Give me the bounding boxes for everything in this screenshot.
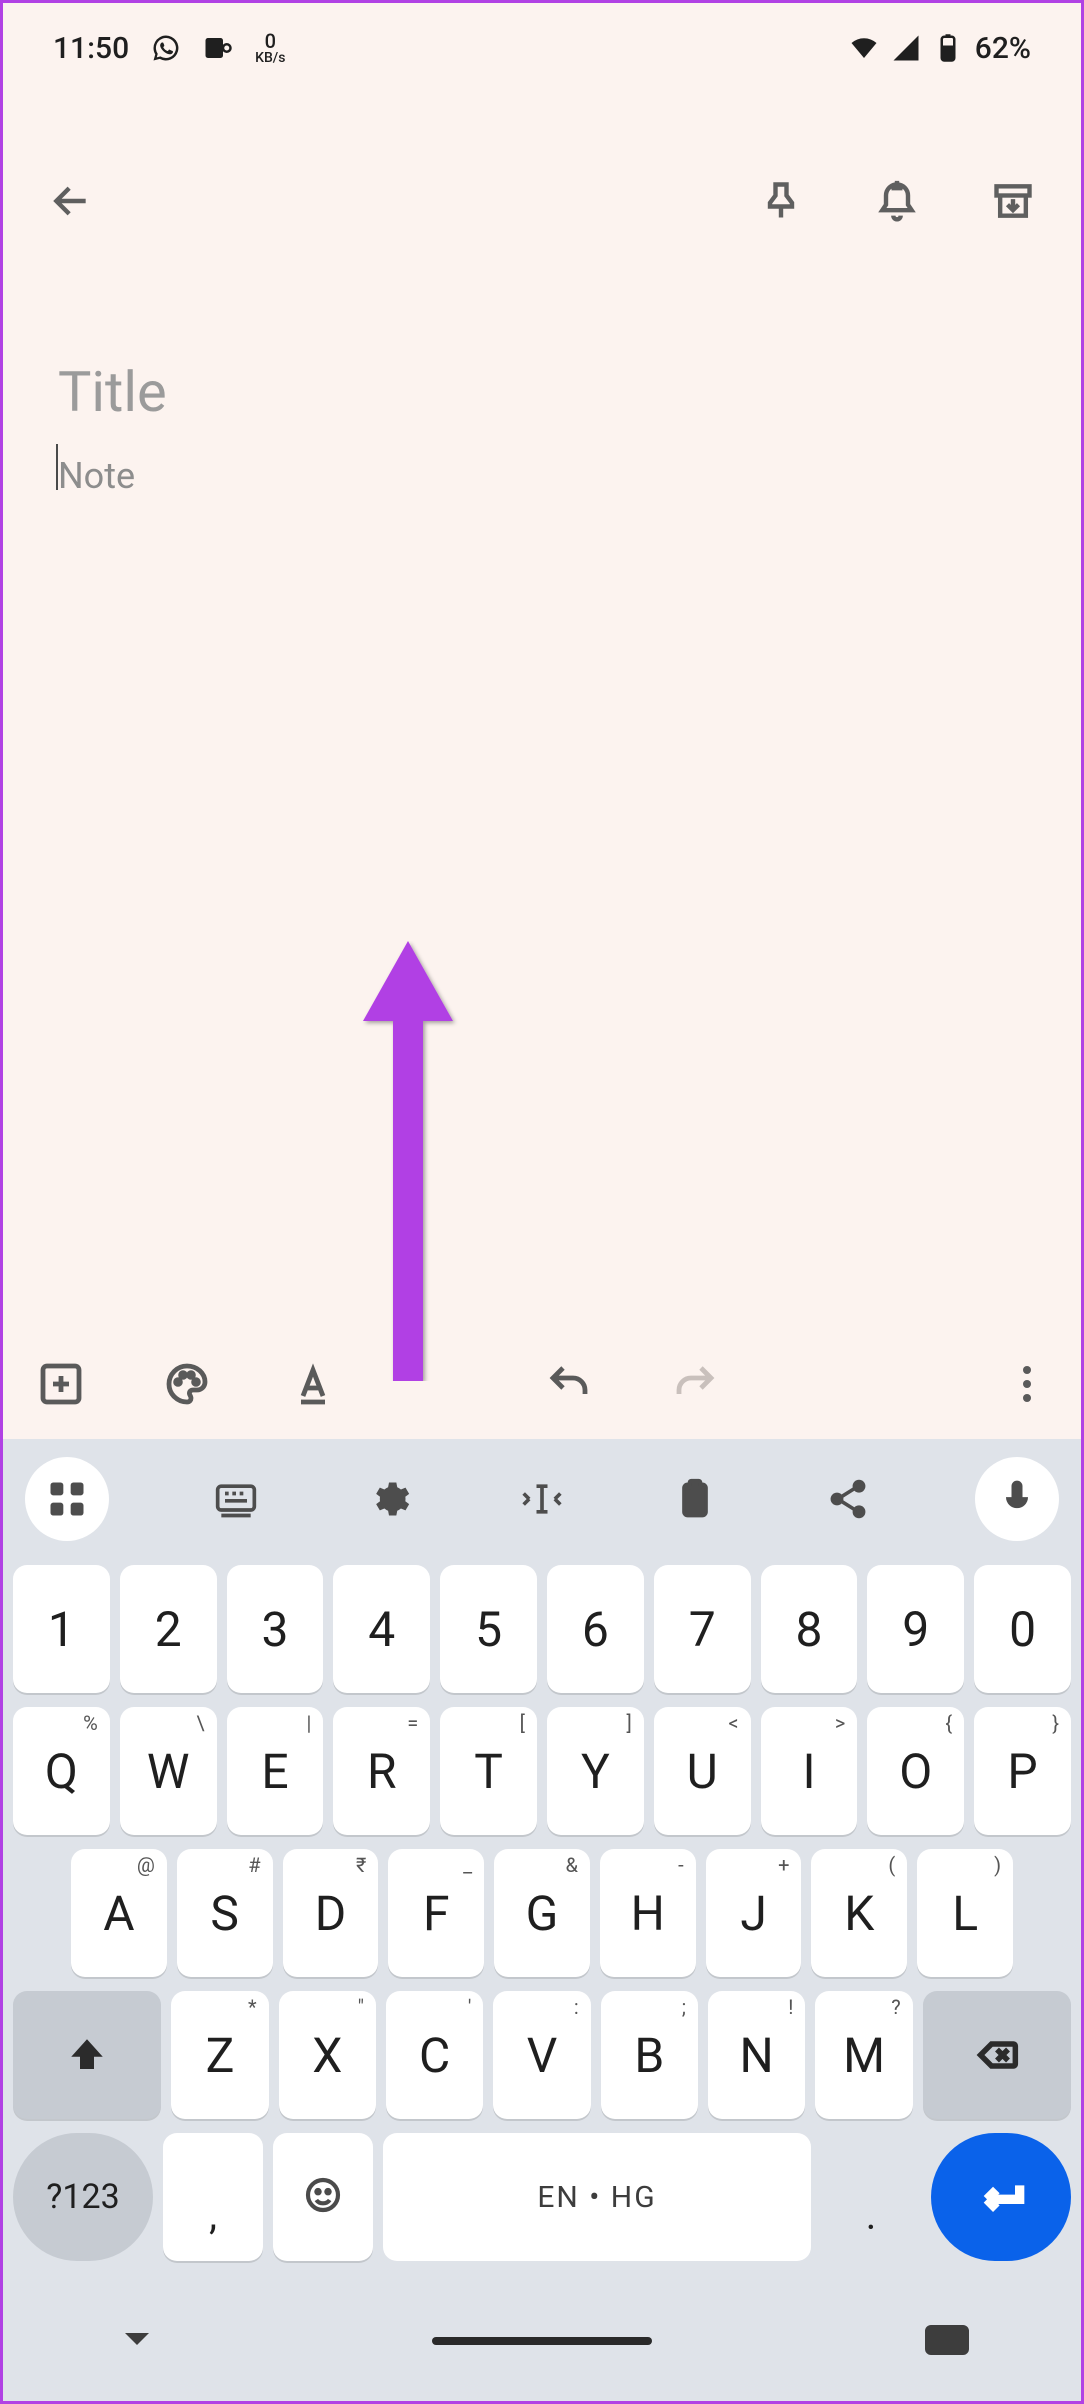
kb-text-select-button[interactable]: [516, 1473, 568, 1525]
key-e[interactable]: E|: [227, 1707, 324, 1835]
battery-percent: 62%: [975, 31, 1031, 66]
net-speed-indicator: 0 KB/s: [255, 31, 285, 65]
nav-home-pill[interactable]: [432, 2337, 652, 2345]
switch-keyboard-button[interactable]: [923, 2315, 971, 2367]
reminder-button[interactable]: [869, 173, 925, 229]
kb-share-button[interactable]: [822, 1473, 874, 1525]
key-g[interactable]: G&: [494, 1849, 590, 1977]
key-s[interactable]: S#: [177, 1849, 273, 1977]
key-b[interactable]: B;: [601, 1991, 698, 2119]
key-1[interactable]: 1: [13, 1565, 110, 1693]
text-cursor: [56, 444, 58, 490]
hide-keyboard-button[interactable]: [113, 2315, 161, 2367]
back-button[interactable]: [43, 173, 99, 229]
key-0[interactable]: 0: [974, 1565, 1071, 1693]
key-d[interactable]: D₹: [283, 1849, 379, 1977]
system-nav-bar: [3, 2281, 1081, 2401]
net-speed-unit: KB/s: [255, 51, 285, 65]
kb-clipboard-button[interactable]: [669, 1473, 721, 1525]
key-t[interactable]: T[: [440, 1707, 537, 1835]
emoji-key[interactable]: [273, 2133, 373, 2261]
add-button[interactable]: [33, 1356, 89, 1412]
cell-signal-icon: [891, 33, 921, 63]
key-z[interactable]: Z*: [171, 1991, 268, 2119]
key-w[interactable]: W\: [120, 1707, 217, 1835]
key-l[interactable]: L): [917, 1849, 1013, 1977]
key-q[interactable]: Q%: [13, 1707, 110, 1835]
key-i[interactable]: I>: [761, 1707, 858, 1835]
notification-badge-icon: [203, 33, 233, 63]
key-k[interactable]: K(: [811, 1849, 907, 1977]
key-2[interactable]: 2: [120, 1565, 217, 1693]
note-bottom-toolbar: [3, 1329, 1081, 1439]
kb-voice-button[interactable]: [975, 1457, 1059, 1541]
period-key[interactable]: .: [821, 2133, 921, 2261]
key-8[interactable]: 8: [761, 1565, 858, 1693]
on-screen-keyboard: 1234567890 Q%W\E|R=T[Y]U<I>O{P} A@S#D₹F_…: [3, 1439, 1081, 2401]
shift-key[interactable]: [13, 1991, 161, 2119]
enter-key[interactable]: [931, 2133, 1071, 2261]
status-clock: 11:50: [53, 31, 129, 66]
more-menu-button[interactable]: [1003, 1360, 1051, 1408]
kb-apps-button[interactable]: [25, 1457, 109, 1541]
archive-button[interactable]: [985, 173, 1041, 229]
wifi-icon: [849, 33, 879, 63]
key-y[interactable]: Y]: [547, 1707, 644, 1835]
kb-settings-button[interactable]: [363, 1473, 415, 1525]
keyboard-suggestion-bar: [3, 1439, 1081, 1559]
key-4[interactable]: 4: [333, 1565, 430, 1693]
key-r[interactable]: R=: [333, 1707, 430, 1835]
key-j[interactable]: J+: [706, 1849, 802, 1977]
comma-key[interactable]: ,: [163, 2133, 263, 2261]
status-bar: 11:50 0 KB/s 62%: [3, 3, 1081, 93]
key-n[interactable]: N!: [708, 1991, 805, 2119]
undo-button[interactable]: [541, 1356, 597, 1412]
key-u[interactable]: U<: [654, 1707, 751, 1835]
key-7[interactable]: 7: [654, 1565, 751, 1693]
kb-modes-button[interactable]: [210, 1473, 262, 1525]
key-m[interactable]: M?: [815, 1991, 912, 2119]
pin-button[interactable]: [753, 173, 809, 229]
backspace-key[interactable]: [923, 1991, 1071, 2119]
key-v[interactable]: V:: [493, 1991, 590, 2119]
key-6[interactable]: 6: [547, 1565, 644, 1693]
title-input[interactable]: [58, 359, 1026, 425]
key-3[interactable]: 3: [227, 1565, 324, 1693]
key-h[interactable]: H-: [600, 1849, 696, 1977]
key-5[interactable]: 5: [440, 1565, 537, 1693]
key-o[interactable]: O{: [867, 1707, 964, 1835]
key-9[interactable]: 9: [867, 1565, 964, 1693]
note-editor[interactable]: [3, 259, 1081, 1329]
key-x[interactable]: X": [279, 1991, 376, 2119]
text-format-button[interactable]: [285, 1356, 341, 1412]
note-body-input[interactable]: [58, 455, 1026, 497]
space-key[interactable]: EN • HG: [383, 2133, 811, 2261]
key-c[interactable]: C': [386, 1991, 483, 2119]
whatsapp-icon: [151, 33, 181, 63]
key-p[interactable]: P}: [974, 1707, 1071, 1835]
key-f[interactable]: F_: [388, 1849, 484, 1977]
palette-button[interactable]: [159, 1356, 215, 1412]
redo-button: [667, 1356, 723, 1412]
symbols-key[interactable]: ?123: [13, 2133, 153, 2261]
net-speed-value: 0: [265, 31, 276, 51]
app-top-bar: [3, 93, 1081, 259]
key-a[interactable]: A@: [71, 1849, 167, 1977]
battery-icon: [933, 33, 963, 63]
